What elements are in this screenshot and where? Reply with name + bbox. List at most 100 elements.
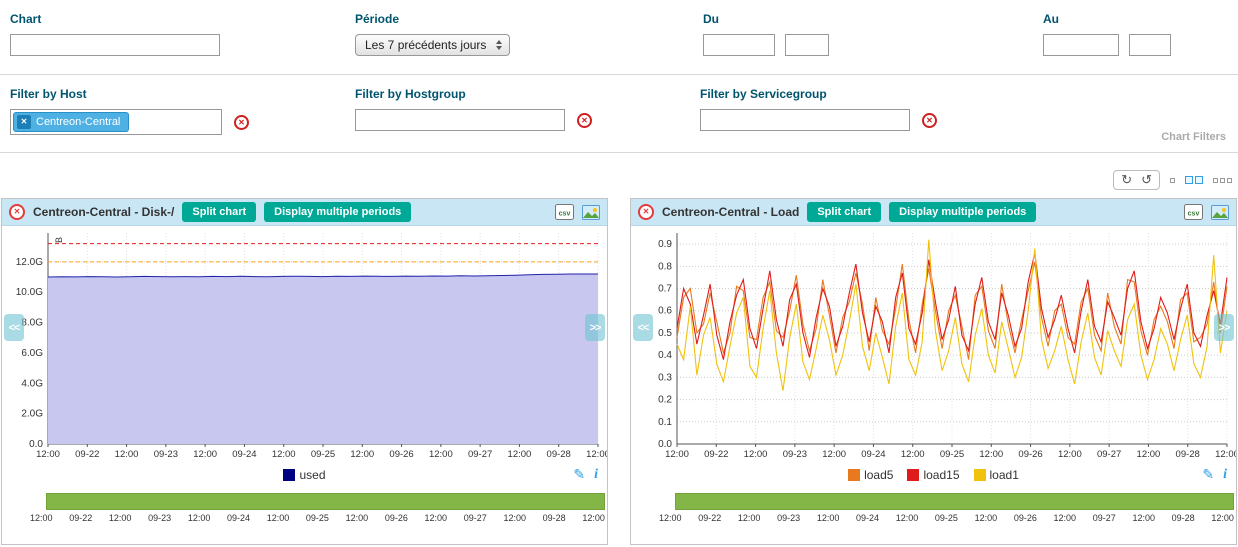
du-filter-group: Du [703, 12, 829, 56]
svg-text:12:00: 12:00 [586, 449, 607, 460]
edit-chart-icon[interactable]: ✎ [573, 466, 585, 483]
svg-text:09-24: 09-24 [861, 449, 885, 460]
svg-text:2.0G: 2.0G [21, 409, 43, 420]
clear-hostgroup-filter-icon[interactable]: ✕ [577, 113, 592, 128]
servicegroup-filter-group: Filter by Servicegroup ✕ [700, 87, 937, 131]
remove-chart-icon[interactable]: ✕ [9, 204, 25, 220]
svg-text:12:00: 12:00 [822, 449, 846, 460]
svg-text:09-26: 09-26 [389, 449, 413, 460]
legend-row: used ✎ i [2, 463, 607, 487]
svg-text:12:00: 12:00 [193, 449, 217, 460]
split-chart-button[interactable]: Split chart [807, 202, 881, 222]
chart-panel-header: ✕ Centreon-Central - Load Split chart Di… [631, 199, 1236, 226]
display-multiple-periods-button[interactable]: Display multiple periods [264, 202, 411, 222]
timeline-tick-label: 09-27 [464, 513, 487, 523]
periode-selected-value: Les 7 précédents jours [365, 38, 486, 52]
legend-item[interactable]: load15 [907, 468, 959, 482]
svg-text:10.0G: 10.0G [16, 287, 43, 298]
svg-text:09-27: 09-27 [1097, 449, 1121, 460]
au-date-input[interactable] [1043, 34, 1119, 56]
disk-usage-chart[interactable]: 12:0009-2212:0009-2312:0009-2412:0009-25… [2, 226, 607, 463]
chart-legend: used [283, 468, 325, 482]
svg-text:6.0G: 6.0G [21, 348, 43, 359]
periode-label: Période [355, 12, 510, 26]
svg-text:12:00: 12:00 [350, 449, 374, 460]
centreon-performance-graphs-page: Chart Période Les 7 précédents jours Du … [0, 0, 1238, 547]
timeline-tick-label: 12:00 [582, 513, 605, 523]
svg-text:09-23: 09-23 [783, 449, 807, 460]
timeline-tick-label: 12:00 [30, 513, 53, 523]
timeline-selector[interactable] [46, 493, 605, 510]
display-multiple-periods-button[interactable]: Display multiple periods [889, 202, 1036, 222]
svg-text:12:00: 12:00 [115, 449, 139, 460]
chart-info-icon[interactable]: i [1223, 467, 1227, 483]
layout-one-column-icon[interactable] [1170, 178, 1175, 183]
du-label: Du [703, 12, 829, 26]
timeline-tick-label: 09-25 [306, 513, 329, 523]
svg-text:12.0G: 12.0G [16, 257, 43, 268]
pan-right-button[interactable]: >> [1214, 314, 1234, 341]
chart-panel-header: ✕ Centreon-Central - Disk-/ Split chart … [2, 199, 607, 226]
pan-left-button[interactable]: << [4, 314, 24, 341]
svg-text:12:00: 12:00 [36, 449, 60, 460]
timeline-tick-label: 09-26 [385, 513, 408, 523]
remove-host-token-icon[interactable]: ✕ [17, 115, 31, 129]
chart-filter-label: Chart [10, 12, 220, 26]
du-time-input[interactable] [785, 34, 829, 56]
svg-text:09-27: 09-27 [468, 449, 492, 460]
chart-legend: load5 load15 load1 [848, 468, 1019, 482]
chart-filter-group: Chart [10, 12, 220, 56]
periode-select[interactable]: Les 7 précédents jours [355, 34, 510, 56]
du-date-input[interactable] [703, 34, 775, 56]
au-label: Au [1043, 12, 1171, 26]
svg-text:12:00: 12:00 [508, 449, 532, 460]
servicegroup-filter-input[interactable] [700, 109, 910, 131]
export-csv-icon[interactable]: csv [555, 204, 574, 220]
view-toolbar: ↻ ↺ [1113, 170, 1232, 190]
timeline-tick-label: 09-28 [1172, 513, 1195, 523]
edit-chart-icon[interactable]: ✎ [1202, 466, 1214, 483]
hostgroup-filter-input[interactable] [355, 109, 565, 131]
svg-text:12:00: 12:00 [744, 449, 768, 460]
pan-right-button[interactable]: >> [585, 314, 605, 341]
clear-host-filter-icon[interactable]: ✕ [234, 115, 249, 130]
svg-text:12:00: 12:00 [429, 449, 453, 460]
svg-text:12:00: 12:00 [665, 449, 689, 460]
chart-info-icon[interactable]: i [594, 467, 598, 483]
export-image-icon[interactable] [1211, 205, 1229, 220]
svg-text:0.9: 0.9 [658, 239, 672, 250]
export-csv-icon[interactable]: csv [1184, 204, 1203, 220]
legend-item[interactable]: load1 [974, 468, 1019, 482]
refresh-icon[interactable]: ↻ [1121, 172, 1132, 188]
legend-item[interactable]: used [283, 468, 325, 482]
timeline-tick-label: 12:00 [975, 513, 998, 523]
split-chart-button[interactable]: Split chart [182, 202, 256, 222]
svg-text:12:00: 12:00 [901, 449, 925, 460]
export-image-icon[interactable] [582, 205, 600, 220]
host-filter-input[interactable]: ✕ Centreon-Central [10, 109, 222, 135]
au-time-input[interactable] [1129, 34, 1171, 56]
timeline-tick-label: 09-24 [227, 513, 250, 523]
filter-by-servicegroup-label: Filter by Servicegroup [700, 87, 937, 101]
legend-label: used [299, 468, 325, 482]
timeline-tick-label: 09-26 [1014, 513, 1037, 523]
section-divider [0, 152, 1238, 153]
hostgroup-filter-group: Filter by Hostgroup ✕ [355, 87, 592, 131]
svg-text:0.8: 0.8 [658, 261, 672, 272]
legend-item[interactable]: load5 [848, 468, 893, 482]
pan-left-button[interactable]: << [633, 314, 653, 341]
layout-three-columns-icon[interactable] [1213, 178, 1232, 183]
svg-text:09-25: 09-25 [311, 449, 335, 460]
svg-text:09-25: 09-25 [940, 449, 964, 460]
layout-two-columns-icon[interactable] [1185, 176, 1203, 184]
auto-refresh-icon[interactable]: ↺ [1141, 172, 1152, 188]
svg-text:12:00: 12:00 [979, 449, 1003, 460]
clear-servicegroup-filter-icon[interactable]: ✕ [922, 113, 937, 128]
chart-filter-input[interactable] [10, 34, 220, 56]
load-chart[interactable]: 12:0009-2212:0009-2312:0009-2412:0009-25… [631, 226, 1236, 463]
remove-chart-icon[interactable]: ✕ [638, 204, 654, 220]
plot-area: 12:0009-2212:0009-2312:0009-2412:0009-25… [631, 226, 1236, 463]
timeline-tick-label: 12:00 [425, 513, 448, 523]
timeline-selector[interactable] [675, 493, 1234, 510]
timeline-tick-label: 09-27 [1093, 513, 1116, 523]
